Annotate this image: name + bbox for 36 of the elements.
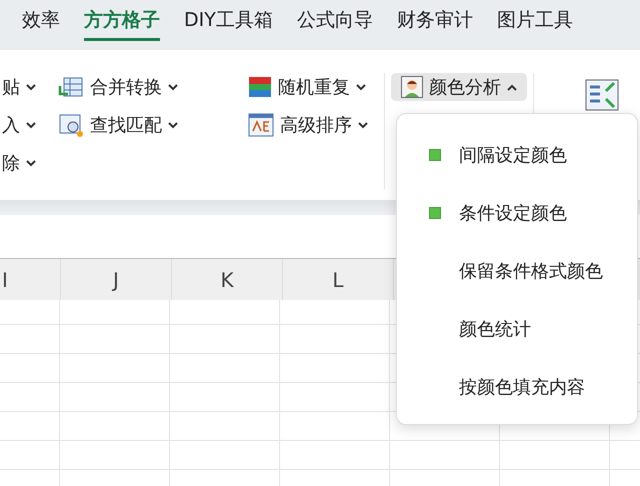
ribbon-button[interactable]: 高级排序 xyxy=(248,111,368,139)
ribbon-button[interactable]: 随机重复 xyxy=(248,73,368,101)
caret-icon xyxy=(358,122,368,128)
caret-icon xyxy=(26,84,36,90)
caret-icon xyxy=(26,122,36,128)
menu-item[interactable]: 颜色统计 xyxy=(397,300,637,358)
ribbon-tab[interactable]: 方方格子 xyxy=(84,0,160,41)
ribbon-button[interactable]: 入 xyxy=(2,111,36,139)
column-header: L xyxy=(332,268,344,292)
menu-item[interactable]: 间隔设定颜色 xyxy=(397,126,637,184)
ribbon-button[interactable]: 颜色分析 xyxy=(391,73,527,101)
column-header: J xyxy=(113,268,119,292)
ribbon-tab[interactable]: DIY工具箱 xyxy=(184,0,273,41)
person-icon xyxy=(401,76,423,98)
search-icon xyxy=(58,112,84,138)
ribbon-tab[interactable]: 公式向导 xyxy=(296,0,373,41)
caret-icon xyxy=(168,84,178,90)
ribbon-tab[interactable]: 财务审计 xyxy=(396,0,473,41)
ribbon-button[interactable]: 合并转换 xyxy=(58,73,178,101)
menu-item[interactable]: 保留条件格式颜色 xyxy=(397,242,637,300)
ribbon-button[interactable]: 除 xyxy=(2,149,36,177)
color-bars-icon xyxy=(248,76,272,98)
column-header: K xyxy=(220,268,234,292)
sort-icon xyxy=(248,113,274,137)
caret-icon xyxy=(168,122,178,128)
caret-icon xyxy=(356,84,366,90)
ribbon-button[interactable]: 查找匹配 xyxy=(58,111,178,139)
caret-icon xyxy=(26,160,36,166)
menu-item[interactable]: 条件设定颜色 xyxy=(397,184,637,242)
column-header: I xyxy=(2,268,8,292)
caret-icon xyxy=(507,84,517,90)
ribbon-tab[interactable]: 效率 xyxy=(22,0,60,41)
ribbon-tab[interactable]: 图片工具 xyxy=(496,0,573,41)
menu-item[interactable]: 按颜色填充内容 xyxy=(397,358,637,416)
table-arrows-icon xyxy=(584,77,620,113)
ribbon-button[interactable]: 贴 xyxy=(2,73,36,101)
